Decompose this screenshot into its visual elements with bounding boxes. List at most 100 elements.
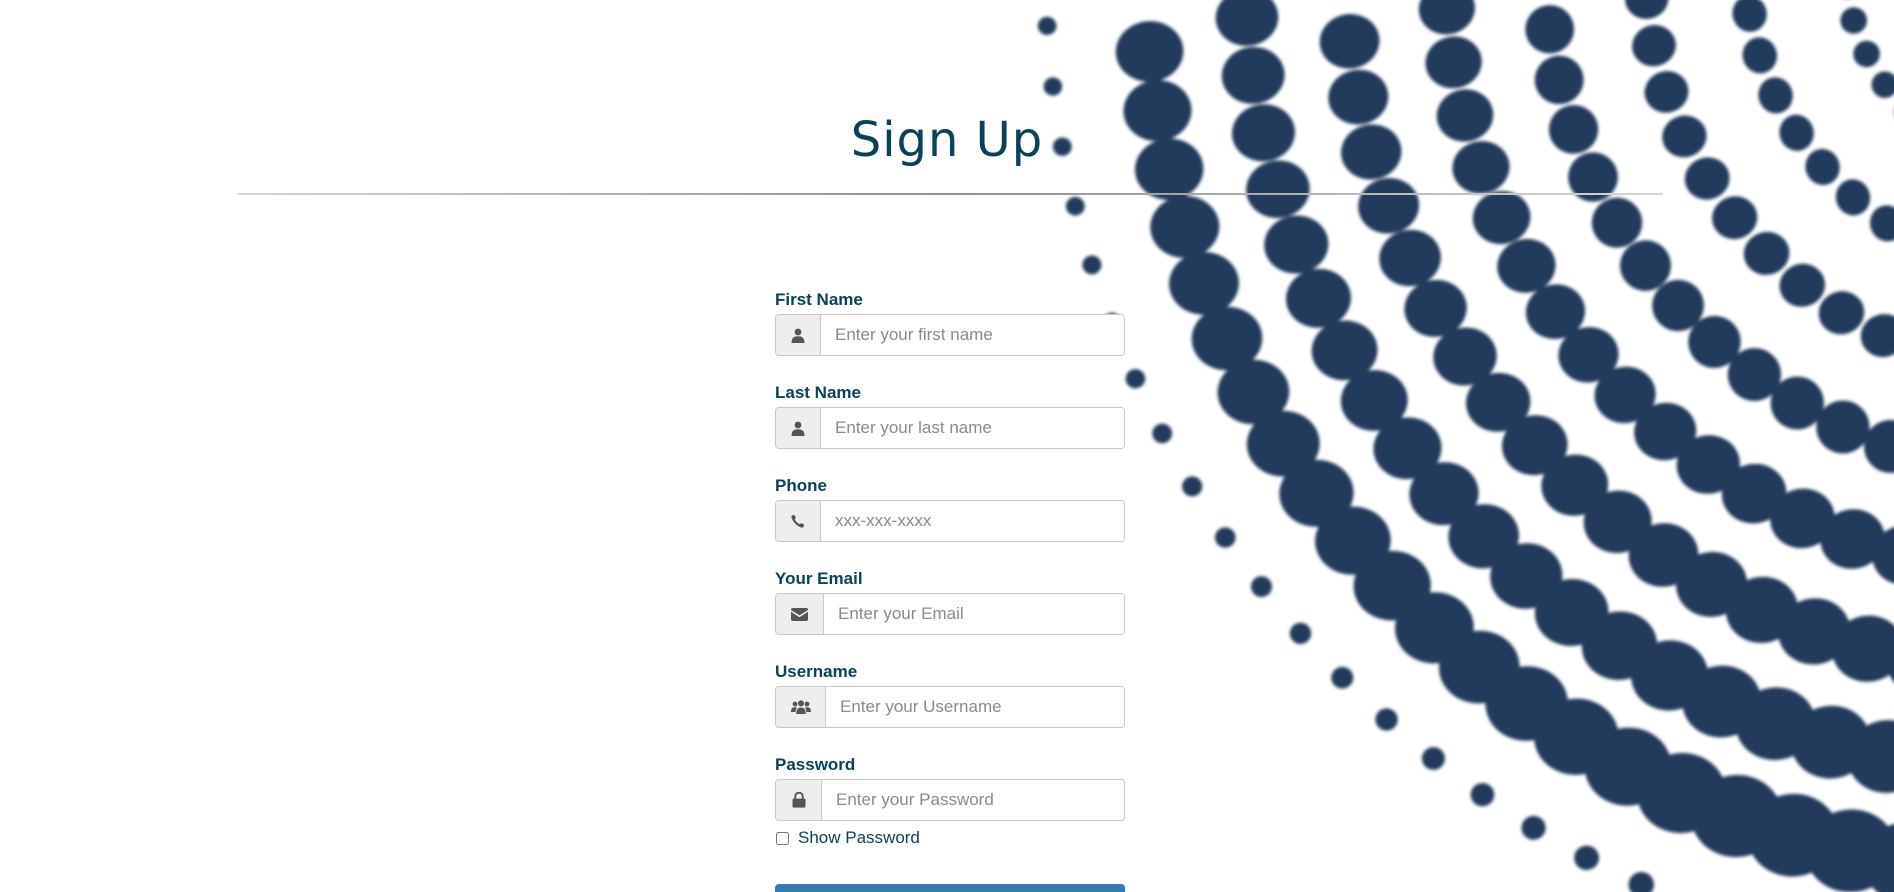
first-name-group: First Name [775, 290, 1125, 356]
background-dot [1778, 598, 1851, 665]
background-dot [1860, 314, 1894, 358]
background-dot [1676, 435, 1740, 494]
sign-up-submit-button[interactable] [775, 884, 1125, 892]
email-input[interactable] [824, 594, 1124, 634]
background-dot [1886, 628, 1894, 695]
background-dot [1043, 77, 1063, 96]
background-dot [1418, 0, 1475, 35]
phone-input[interactable] [821, 501, 1124, 541]
last-name-input[interactable] [821, 408, 1124, 448]
background-dot [1264, 215, 1329, 274]
background-dot [1816, 400, 1870, 454]
envelope-icon [776, 594, 824, 634]
password-group: Password [775, 755, 1125, 821]
background-dot [1637, 752, 1726, 834]
background-dot [1037, 16, 1057, 36]
background-dot [1632, 25, 1676, 67]
background-dot [1805, 809, 1894, 892]
background-dot [1847, 720, 1894, 793]
background-dot [1358, 178, 1420, 234]
show-password-label[interactable]: Show Password [798, 828, 920, 848]
phone-group: Phone [775, 476, 1125, 542]
show-password-checkbox[interactable] [776, 831, 789, 845]
user-icon [776, 408, 821, 448]
background-dot [1215, 527, 1236, 548]
background-dot [1115, 21, 1184, 82]
background-dot [1831, 615, 1894, 682]
background-dot [1732, 0, 1767, 32]
email-group: Your Email [775, 569, 1125, 635]
background-dot [1182, 476, 1203, 497]
background-dot [1747, 793, 1839, 877]
background-dot [1466, 372, 1531, 432]
signup-page: Sign Up First Name Last Name [0, 0, 1894, 892]
background-dot [1373, 417, 1442, 480]
password-label: Password [775, 755, 856, 774]
background-dot [1472, 191, 1531, 245]
background-dot [1712, 196, 1758, 240]
background-dot [1583, 490, 1652, 553]
username-label: Username [775, 662, 858, 681]
email-label: Your Email [775, 569, 863, 588]
title-divider [237, 193, 1663, 195]
background-dot [1634, 402, 1697, 461]
background-dot [1311, 320, 1378, 381]
background-dot [1439, 630, 1520, 704]
background-dot [1395, 592, 1474, 664]
background-dot [1340, 370, 1408, 431]
users-icon [776, 687, 826, 727]
background-dot [1409, 462, 1479, 526]
background-dot [1830, 0, 1863, 2]
background-dot [1770, 488, 1835, 549]
first-name-label: First Name [775, 290, 863, 309]
background-dot [1779, 263, 1826, 307]
background-dot [1217, 359, 1290, 425]
background-dot [1688, 315, 1741, 368]
background-dot [1584, 727, 1672, 806]
background-dot [1152, 423, 1173, 444]
background-dot [1279, 459, 1354, 527]
background-dot [1872, 525, 1894, 585]
background-dot [1125, 369, 1146, 389]
background-dot [1065, 196, 1085, 216]
background-dot [1558, 327, 1619, 383]
lock-icon [776, 780, 822, 820]
first-name-input[interactable] [821, 315, 1124, 355]
phone-label: Phone [775, 476, 827, 495]
background-dot [1215, 0, 1279, 46]
password-input[interactable] [822, 780, 1124, 820]
last-name-input-group [775, 407, 1125, 449]
last-name-label: Last Name [775, 383, 861, 402]
background-dot [1625, 0, 1669, 19]
background-dot [1735, 687, 1816, 761]
background-dot [1319, 14, 1380, 69]
background-dot [1628, 871, 1654, 892]
background-dot [1375, 708, 1398, 731]
background-dot [1835, 179, 1871, 216]
background-dot [1404, 279, 1467, 337]
phone-input-group [775, 500, 1125, 542]
background-dot [1581, 611, 1658, 680]
background-dot [1864, 419, 1894, 473]
background-dot [1421, 747, 1445, 770]
background-dot [1425, 36, 1482, 89]
background-dot [1652, 279, 1704, 332]
background-dot [1853, 40, 1880, 68]
background-dot [1353, 550, 1431, 621]
background-dot [1470, 783, 1495, 807]
background-dot [1727, 348, 1781, 401]
background-dot [1818, 291, 1865, 335]
email-input-group [775, 593, 1125, 635]
background-dot [1863, 821, 1894, 892]
background-dot [1725, 576, 1799, 643]
background-dot [1591, 197, 1643, 248]
background-dot [1534, 579, 1609, 646]
show-password-row: Show Password [775, 828, 1125, 848]
username-input[interactable] [826, 687, 1124, 727]
background-dot [1497, 239, 1556, 293]
background-dot [1191, 306, 1263, 371]
background-dot [1289, 622, 1312, 645]
background-dot [1331, 666, 1354, 689]
last-name-group: Last Name [775, 383, 1125, 449]
background-dot [1433, 327, 1497, 386]
